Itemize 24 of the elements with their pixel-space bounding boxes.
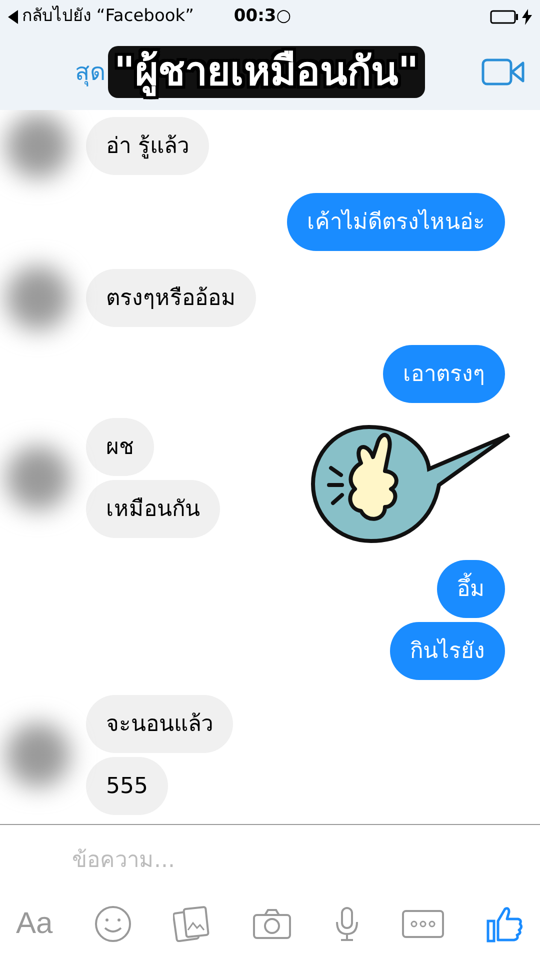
camera-icon[interactable] [252, 908, 292, 940]
message-bubble: จะนอนแล้ว [86, 695, 233, 753]
smiley-icon[interactable] [94, 904, 132, 942]
message-bubble: เอาตรงๆ [383, 345, 505, 403]
message-bubble: เหมือนกัน [86, 480, 220, 538]
more-options-icon[interactable] [400, 908, 445, 938]
caption-overlay: "ผู้ชายเหมือนกัน" [108, 46, 425, 98]
header-title: สุด [74, 57, 106, 88]
back-caret-icon[interactable] [8, 10, 18, 24]
thumbs-up-icon[interactable] [486, 904, 524, 942]
message-bubble: อึ้ม [437, 560, 505, 618]
status-time: 00:3○ [234, 5, 292, 28]
microphone-icon[interactable] [334, 906, 360, 942]
message-bubble: 555 [86, 757, 168, 815]
message-bubble: ตรงๆหรืออ้อม [86, 269, 256, 327]
back-link[interactable]: กลับไปยัง “Facebook” [22, 4, 194, 30]
photos-icon[interactable] [173, 906, 212, 942]
message-bubble: ผช [86, 418, 154, 476]
charging-bolt-icon [522, 9, 532, 25]
message-field[interactable]: ข้อความ... [72, 844, 472, 876]
message-bubble: กินไรยัง [390, 622, 505, 680]
message-bubble: เค้าไม่ดีตรงไหนอ่ะ [287, 193, 505, 251]
message-bubble: อ่า รู้แล้ว [86, 117, 209, 175]
video-call-icon[interactable] [481, 58, 525, 86]
